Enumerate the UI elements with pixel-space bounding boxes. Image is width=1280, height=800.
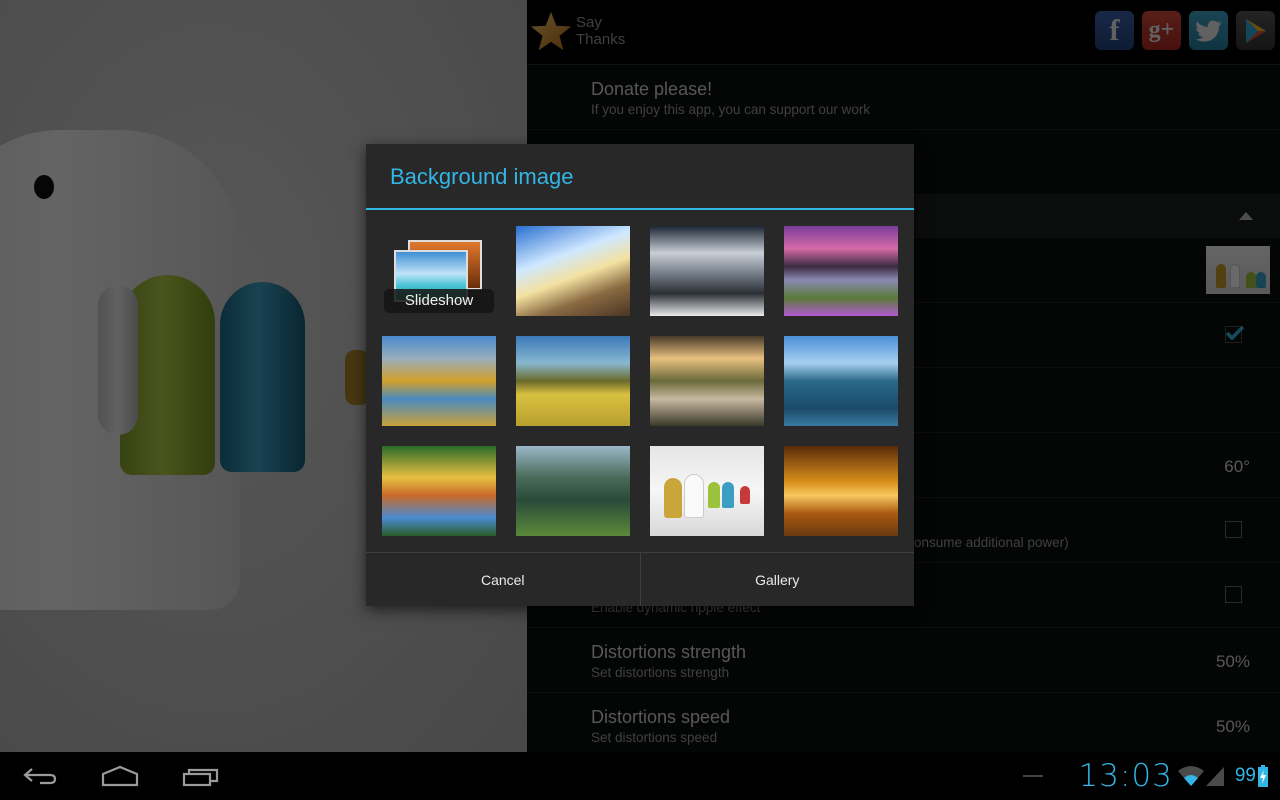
cancel-button[interactable]: Cancel bbox=[366, 553, 640, 606]
battery-percent: 99 bbox=[1234, 765, 1256, 786]
checkmark-icon bbox=[1225, 325, 1245, 341]
ripple-checkbox[interactable] bbox=[1225, 586, 1242, 603]
play-store-icon bbox=[1245, 18, 1266, 43]
thumbnail-tropical-beach[interactable] bbox=[516, 226, 630, 316]
say-thanks-line1: Say bbox=[576, 14, 602, 31]
slideshow-tile[interactable]: Slideshow bbox=[382, 226, 496, 316]
thumbnail-lake-pier[interactable] bbox=[784, 336, 898, 426]
distortions-strength-title: Distortions strength bbox=[591, 642, 747, 662]
collapse-arrow-icon[interactable] bbox=[1239, 212, 1253, 220]
wifi-icon bbox=[1177, 766, 1204, 786]
distortions-strength-row[interactable]: Distortions strength Set distortions str… bbox=[527, 628, 1280, 693]
distortions-strength-value: 50% bbox=[1215, 652, 1250, 671]
say-thanks-label[interactable]: Say Thanks bbox=[576, 14, 625, 48]
back-icon[interactable] bbox=[22, 764, 58, 788]
thumb-droid-green bbox=[708, 482, 720, 508]
thumb-droid bbox=[1230, 264, 1240, 288]
current-background-thumbnail bbox=[1206, 246, 1270, 294]
power-checkbox[interactable] bbox=[1225, 521, 1242, 538]
recent-apps-icon[interactable] bbox=[182, 764, 220, 788]
google-plus-icon: g+ bbox=[1148, 17, 1175, 43]
google-play-button[interactable] bbox=[1236, 11, 1275, 50]
twitter-bird-icon bbox=[1195, 20, 1222, 42]
distortions-speed-title: Distortions speed bbox=[591, 707, 731, 727]
thumb-droid bbox=[1216, 264, 1226, 288]
angle-value: 60° bbox=[1224, 457, 1250, 476]
google-plus-button[interactable]: g+ bbox=[1142, 11, 1181, 50]
thumb-droid-white bbox=[684, 474, 704, 518]
distortions-strength-subtitle: Set distortions strength bbox=[591, 665, 730, 680]
thumbnail-misty-forest[interactable] bbox=[516, 446, 630, 536]
system-bar: 13:03 99 bbox=[0, 752, 1280, 800]
distortions-speed-value: 50% bbox=[1215, 717, 1250, 736]
twitter-button[interactable] bbox=[1189, 11, 1228, 50]
facebook-icon: f bbox=[1109, 13, 1120, 47]
slideshow-label: Slideshow bbox=[384, 289, 494, 313]
thumb-droid bbox=[1256, 272, 1266, 288]
background-checkbox[interactable] bbox=[1225, 325, 1245, 343]
gallery-button[interactable]: Gallery bbox=[639, 553, 915, 606]
clock[interactable]: 13:03 bbox=[1079, 758, 1173, 794]
thumbnail-snowy-trees[interactable] bbox=[650, 226, 764, 316]
distortions-speed-subtitle: Set distortions speed bbox=[591, 730, 718, 745]
dialog-button-bar: Cancel Gallery bbox=[366, 552, 914, 606]
thumbnail-android-figures[interactable] bbox=[650, 446, 764, 536]
thumbnail-sunset-waterfall[interactable] bbox=[650, 336, 764, 426]
thumb-droid-blue bbox=[722, 482, 734, 508]
donate-row[interactable]: Donate please! If you enjoy this app, yo… bbox=[527, 65, 1280, 130]
home-icon[interactable] bbox=[100, 764, 140, 788]
background-image-dialog: Background image Slideshow Cancel Galler… bbox=[366, 144, 914, 606]
thumbnail-purple-lake[interactable] bbox=[784, 226, 898, 316]
donate-subtitle: If you enjoy this app, you can support o… bbox=[591, 102, 871, 117]
dialog-title-divider bbox=[366, 208, 914, 210]
thumb-droid-yellow bbox=[664, 478, 682, 518]
battery-charging-icon bbox=[1258, 765, 1268, 787]
thumbnail-autumn-forest-path[interactable] bbox=[784, 446, 898, 536]
screen: Say Thanks f g+ Donate please! If you en… bbox=[0, 0, 1280, 752]
settings-header: Say Thanks f g+ bbox=[527, 0, 1280, 65]
cell-signal-icon bbox=[1205, 767, 1224, 786]
distortions-speed-row[interactable]: Distortions speed Set distortions speed … bbox=[527, 693, 1280, 752]
status-area[interactable]: 13:03 99 bbox=[1079, 758, 1268, 794]
say-thanks-line2: Thanks bbox=[576, 31, 626, 48]
donate-title: Donate please! bbox=[591, 79, 713, 99]
thumbnail-mountain-lake-autumn[interactable] bbox=[382, 336, 496, 426]
thumbnail-tree-in-field[interactable] bbox=[516, 336, 630, 426]
thumb-droid-red bbox=[740, 486, 750, 504]
thumbnail-tropical-resort[interactable] bbox=[382, 446, 496, 536]
power-subtitle: onsume additional power) bbox=[914, 535, 1069, 550]
facebook-button[interactable]: f bbox=[1095, 11, 1134, 50]
notification-divider bbox=[1023, 775, 1043, 777]
thumb-droid bbox=[1246, 272, 1256, 288]
star-icon[interactable] bbox=[529, 10, 573, 54]
dialog-title: Background image bbox=[390, 164, 574, 189]
